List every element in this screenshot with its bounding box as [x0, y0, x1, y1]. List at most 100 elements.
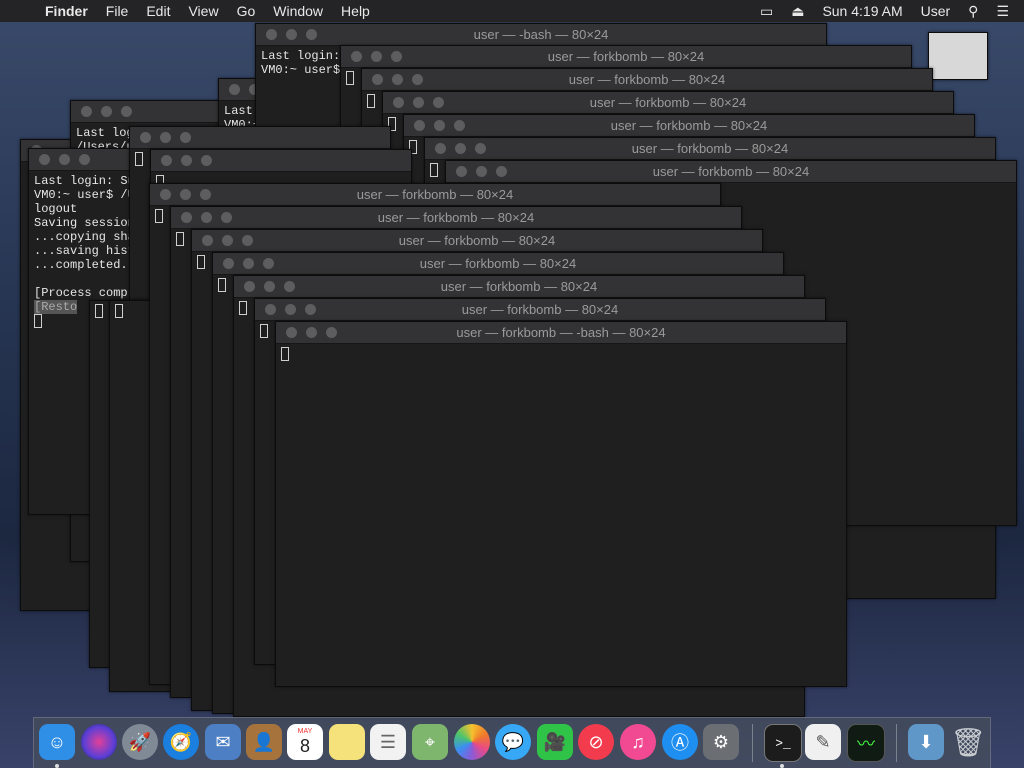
maps-icon[interactable]: ⌖ [412, 724, 448, 760]
terminal-window[interactable] [928, 32, 988, 80]
window-titlebar[interactable]: user — forkbomb — 80×24 [213, 253, 783, 275]
window-titlebar[interactable]: user — forkbomb — 80×24 [255, 299, 825, 321]
messages-icon[interactable]: 💬 [495, 724, 531, 760]
window-titlebar[interactable]: user — -bash — 80×24 [256, 24, 826, 46]
terminal-line: ...copying sha [34, 230, 135, 244]
window-title: user — forkbomb — 80×24 [398, 233, 556, 248]
dock: ☺ 🚀 🧭 ✉ 👤 MAY 8 ☰ ⌖ 💬 🎥 ⊘ ♫ Ⓐ ⚙ >_ ✎ 〰 ⬇… [33, 717, 991, 768]
terminal-content[interactable] [276, 344, 846, 364]
system-preferences-icon[interactable]: ⚙ [703, 724, 739, 760]
window-title: user — forkbomb — 80×24 [419, 256, 577, 271]
menu-window[interactable]: Window [264, 0, 332, 22]
airplay-icon[interactable]: ▭ [751, 0, 782, 22]
window-titlebar[interactable] [151, 150, 411, 172]
menu-go[interactable]: Go [228, 0, 265, 22]
menubar-clock[interactable]: Sun 4:19 AM [813, 0, 911, 22]
menu-help[interactable]: Help [332, 0, 379, 22]
mail-icon[interactable]: ✉ [205, 724, 241, 760]
window-titlebar[interactable]: user — forkbomb — 80×24 [404, 115, 974, 137]
news-icon[interactable]: ⊘ [578, 724, 614, 760]
safari-icon[interactable]: 🧭 [163, 724, 199, 760]
close-button[interactable] [140, 132, 151, 143]
window-title: user — forkbomb — 80×24 [589, 95, 747, 110]
zoom-button[interactable] [201, 155, 212, 166]
reminders-icon[interactable]: ☰ [370, 724, 406, 760]
window-title: user — forkbomb — 80×24 [461, 302, 619, 317]
notification-center-icon[interactable]: ☰ [987, 0, 1018, 22]
menu-view[interactable]: View [179, 0, 227, 22]
app-store-icon[interactable]: Ⓐ [662, 724, 698, 760]
window-titlebar[interactable]: user — forkbomb — 80×24 [446, 161, 1016, 183]
running-indicator [780, 764, 784, 768]
terminal-cursor [34, 314, 42, 328]
terminal-cursor [239, 301, 247, 315]
window-title: user — forkbomb — 80×24 [631, 141, 789, 156]
itunes-icon[interactable]: ♫ [620, 724, 656, 760]
menu-edit[interactable]: Edit [137, 0, 179, 22]
eject-icon[interactable]: ⏏ [782, 0, 813, 22]
trash-icon[interactable]: 🗑 [950, 724, 986, 760]
terminal-line: Last log [76, 126, 134, 140]
photos-icon[interactable] [454, 724, 490, 760]
zoom-button[interactable] [121, 106, 132, 117]
contacts-icon[interactable]: 👤 [246, 724, 282, 760]
window-titlebar[interactable]: user — forkbomb — -bash — 80×24 [276, 322, 846, 344]
window-titlebar[interactable]: user — forkbomb — 80×24 [425, 138, 995, 160]
terminal-cursor [115, 304, 123, 318]
window-title: user — forkbomb — 80×24 [547, 49, 705, 64]
terminal-line: VM0:~ user$ /U [34, 188, 135, 202]
window-title: user — forkbomb — 80×24 [377, 210, 535, 225]
terminal-cursor [430, 163, 438, 177]
terminal-cursor [281, 347, 289, 361]
zoom-button[interactable] [79, 154, 90, 165]
minimize-button[interactable] [160, 132, 171, 143]
window-titlebar[interactable]: user — forkbomb — 80×24 [192, 230, 762, 252]
terminal-line: ...completed. [34, 258, 128, 272]
terminal-cursor [135, 152, 143, 166]
zoom-button[interactable] [180, 132, 191, 143]
notes-icon[interactable] [329, 724, 365, 760]
minimize-button[interactable] [59, 154, 70, 165]
window-title: user — forkbomb — 80×24 [440, 279, 598, 294]
terminal-cursor [95, 304, 103, 318]
window-title: user — forkbomb — -bash — 80×24 [456, 325, 666, 340]
textedit-icon[interactable]: ✎ [805, 724, 841, 760]
terminal-cursor [367, 94, 375, 108]
spotlight-search-icon[interactable]: ⚲ [959, 0, 987, 22]
terminal-cursor [218, 278, 226, 292]
minimize-button[interactable] [101, 106, 112, 117]
window-titlebar[interactable]: user — forkbomb — 80×24 [383, 92, 953, 114]
launchpad-icon[interactable]: 🚀 [122, 724, 158, 760]
siri-icon[interactable] [81, 724, 117, 760]
menu-file[interactable]: File [97, 0, 138, 22]
window-title: user — forkbomb — 80×24 [610, 118, 768, 133]
terminal-line: ...saving hist [34, 244, 135, 258]
close-button[interactable] [161, 155, 172, 166]
close-button[interactable] [229, 84, 240, 95]
facetime-icon[interactable]: 🎥 [537, 724, 573, 760]
menubar-user[interactable]: User [912, 0, 960, 22]
window-titlebar[interactable]: user — forkbomb — 80×24 [171, 207, 741, 229]
terminal-cursor [346, 71, 354, 85]
calendar-icon[interactable]: MAY 8 [287, 724, 323, 760]
menu-app-finder[interactable]: Finder [36, 0, 97, 22]
terminal-cursor [176, 232, 184, 246]
close-button[interactable] [81, 106, 92, 117]
terminal-line: Last login: Su [34, 174, 135, 188]
window-title: user — forkbomb — 80×24 [568, 72, 726, 87]
window-titlebar[interactable] [130, 127, 390, 149]
terminal-icon[interactable]: >_ [764, 724, 802, 762]
front-terminal-window[interactable]: user — forkbomb — -bash — 80×24 [275, 321, 847, 687]
finder-icon[interactable]: ☺ [39, 724, 75, 760]
window-titlebar[interactable]: user — forkbomb — 80×24 [362, 69, 932, 91]
activity-monitor-icon[interactable]: 〰 [847, 724, 885, 762]
downloads-folder-icon[interactable]: ⬇ [908, 724, 944, 760]
minimize-button[interactable] [181, 155, 192, 166]
menu-bar: Finder File Edit View Go Window Help ▭ ⏏… [0, 0, 1024, 22]
window-titlebar[interactable]: user — forkbomb — 80×24 [234, 276, 804, 298]
close-button[interactable] [39, 154, 50, 165]
running-indicator [55, 764, 59, 768]
terminal-cursor [260, 324, 268, 338]
window-titlebar[interactable]: user — forkbomb — 80×24 [341, 46, 911, 68]
window-titlebar[interactable]: user — forkbomb — 80×24 [150, 184, 720, 206]
